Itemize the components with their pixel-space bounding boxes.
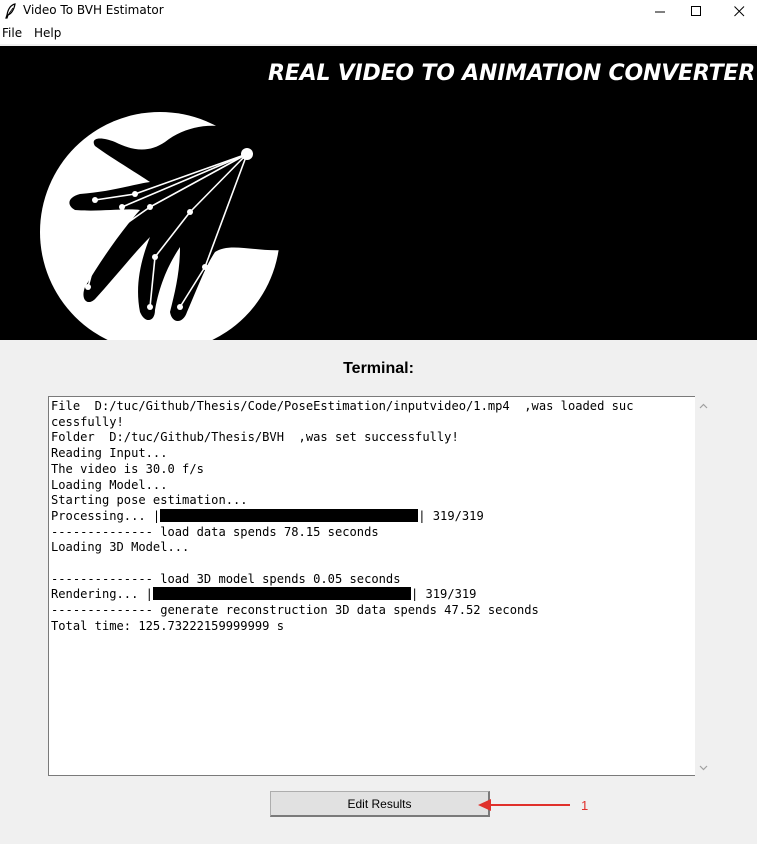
rendering-prefix: Rendering... |	[51, 587, 153, 602]
terminal-line: cessfully!	[51, 414, 124, 429]
hand-pose-skeleton-icon	[40, 112, 290, 340]
title-bar: Video To BVH Estimator	[0, 0, 757, 22]
maximize-icon	[690, 5, 701, 16]
terminal-label: Terminal:	[343, 360, 414, 377]
terminal-line: -------------- load data spends 78.15 se…	[51, 524, 379, 539]
window-title: Video To BVH Estimator	[23, 3, 164, 17]
annotation-arrow-icon	[478, 799, 570, 811]
banner: REAL VIDEO TO ANIMATION CONVERTER	[0, 46, 757, 340]
annotation-number: 1	[581, 798, 589, 813]
close-button[interactable]	[721, 0, 757, 22]
terminal-scrollbar[interactable]	[695, 396, 712, 776]
processing-suffix: | 319/319	[418, 508, 484, 523]
maximize-button[interactable]	[678, 0, 714, 22]
terminal-line: Starting pose estimation...	[51, 493, 248, 508]
terminal-line: Folder D:/tuc/Github/Thesis/BVH ,was set…	[51, 430, 459, 445]
scroll-up-icon[interactable]	[698, 401, 709, 412]
close-icon	[733, 5, 744, 16]
terminal-line: Loading Model...	[51, 477, 168, 492]
scroll-down-icon[interactable]	[698, 762, 709, 773]
terminal-line: Total time: 125.73222159999999 s	[51, 618, 284, 633]
terminal-line: -------------- load 3D model spends 0.05…	[51, 571, 401, 586]
terminal-line: File D:/tuc/Github/Thesis/Code/PoseEstim…	[51, 399, 634, 413]
processing-prefix: Processing... |	[51, 508, 161, 523]
menu-file[interactable]: File	[2, 26, 22, 40]
minimize-icon	[654, 11, 665, 12]
edit-results-button[interactable]: Edit Results	[270, 791, 490, 817]
feather-icon	[5, 3, 16, 19]
menu-bar: File Help	[0, 22, 757, 44]
banner-title: REAL VIDEO TO ANIMATION CONVERTER	[268, 61, 755, 86]
terminal-line: Reading Input...	[51, 446, 168, 461]
menu-help[interactable]: Help	[34, 26, 61, 40]
terminal-line: -------------- generate reconstruction 3…	[51, 603, 539, 618]
terminal-line: The video is 30.0 f/s	[51, 461, 204, 476]
terminal-text: File D:/tuc/Github/Thesis/Code/PoseEstim…	[51, 399, 691, 635]
rendering-progress-bar	[152, 587, 411, 601]
terminal-line: Loading 3D Model...	[51, 540, 190, 555]
processing-progress-bar	[160, 508, 419, 522]
minimize-button[interactable]	[642, 0, 678, 22]
terminal-output[interactable]: File D:/tuc/Github/Thesis/Code/PoseEstim…	[48, 396, 695, 776]
rendering-suffix: | 319/319	[410, 587, 477, 602]
